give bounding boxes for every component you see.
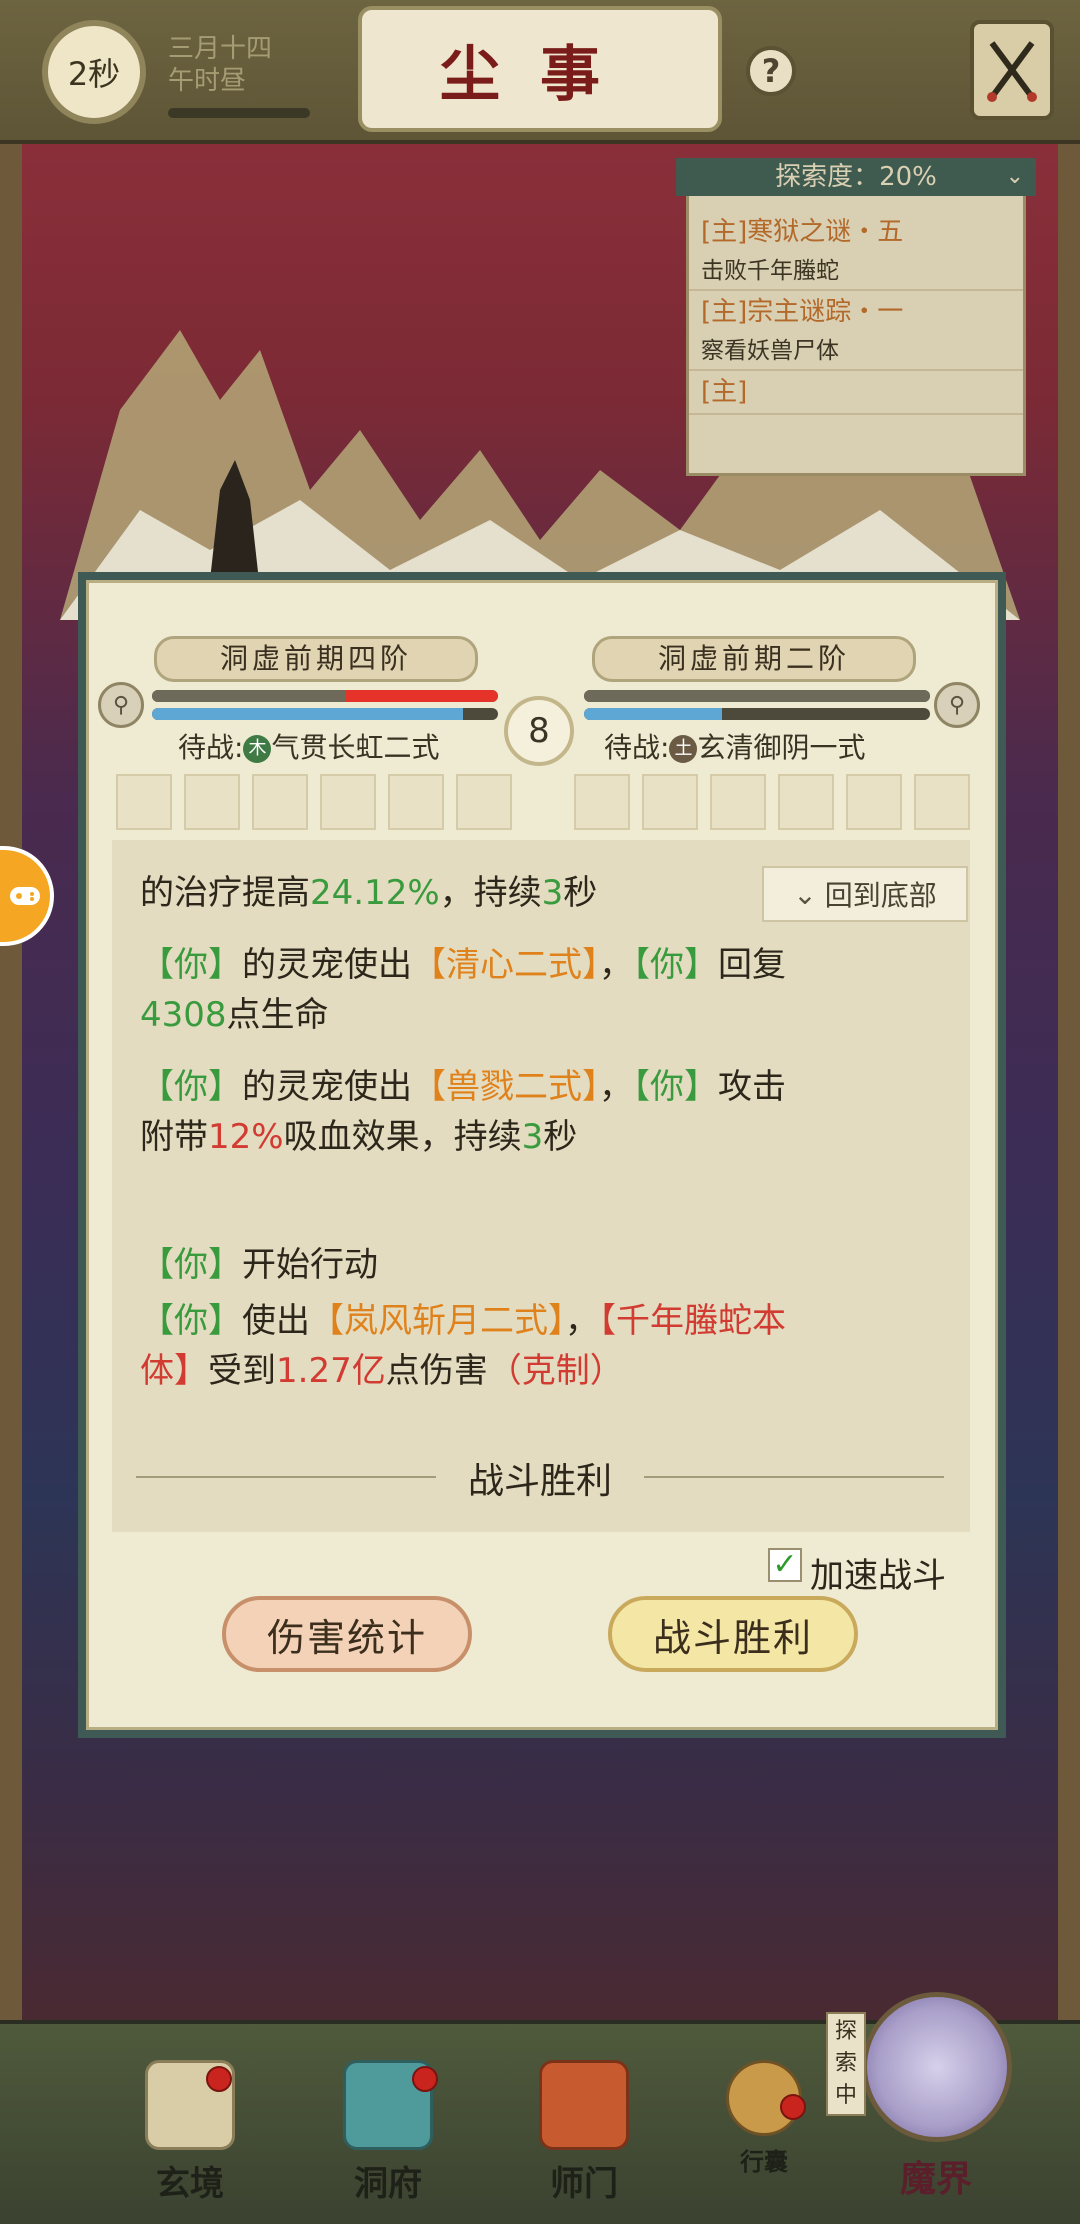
gamepad-icon — [10, 887, 40, 905]
enemy-waiting-label: 待战 — [604, 731, 661, 764]
round-counter: 8 — [504, 696, 574, 766]
nav-item-xingnang[interactable]: 行囊 — [704, 2060, 824, 2210]
enemy-rank: 洞虚前期二阶 — [592, 636, 916, 682]
player-waiting-label: 待战 — [178, 731, 235, 764]
log-line: 【你】的灵宠使出【兽戮二式】，【你】攻击 附带12%吸血效果，持续3秒 — [140, 1067, 786, 1157]
quest-desc: 察看妖兽尸体 — [701, 338, 839, 364]
quest-title: [主]宗主谜踪・一 — [701, 297, 904, 327]
scroll-to-bottom-button[interactable]: ⌄ 回到底部 — [762, 866, 968, 922]
player-rank: 洞虚前期四阶 — [154, 636, 478, 682]
notification-dot — [206, 2066, 232, 2092]
player-mp-fill — [152, 708, 464, 720]
log-line: 【你】使出【岚风斩月二式】，【千年螣蛇本 体】受到1.27亿点伤害（克制） — [140, 1301, 786, 1391]
wood-element-icon: 木 — [243, 735, 272, 763]
enemy-buff-slot — [778, 774, 834, 830]
enemy-mp-bar — [584, 708, 930, 720]
player-buff-slot — [388, 774, 444, 830]
notification-dot — [780, 2094, 806, 2120]
nav-label: 洞府 — [354, 2164, 422, 2204]
enemy-hp-fill — [584, 690, 930, 702]
demon-realm-label[interactable]: 魔界 — [876, 2150, 996, 2202]
quest-list: [主]寒狱之谜・五 击败千年螣蛇 [主]宗主谜踪・一 察看妖兽尸体 [主] — [689, 211, 1023, 415]
time-progress-bar — [168, 108, 310, 118]
log-line: 【你】的灵宠使出【清心二式】，【你】回复 4308点生命 — [140, 945, 786, 1035]
nav-label: 师门 — [550, 2164, 618, 2204]
enemy-buff-slot — [574, 774, 630, 830]
quest-title: [主]寒狱之谜・五 — [701, 217, 904, 247]
earth-element-icon: 土 — [669, 735, 698, 763]
page-title: 尘事 — [358, 6, 722, 132]
exploration-progress-header[interactable]: 探索度：20% ⌄ — [676, 158, 1036, 196]
quest-item[interactable]: [主] — [689, 371, 1023, 415]
player-buff-slot — [184, 774, 240, 830]
nav-label: 玄境 — [156, 2164, 224, 2204]
enemy-waiting-skill: 玄清御阴一式 — [697, 731, 866, 764]
player-hp-fill — [152, 690, 346, 702]
player-hp-bar — [152, 690, 498, 702]
time-of-day-text: 午时昼 — [168, 66, 247, 96]
enemy-buff-slot — [846, 774, 902, 830]
chevron-down-icon: ⌄ — [793, 877, 817, 911]
player-buff-slot — [252, 774, 308, 830]
notification-dot — [412, 2066, 438, 2092]
player-buff-slot — [116, 774, 172, 830]
quest-item[interactable]: [主]宗主谜踪・一 察看妖兽尸体 — [689, 291, 1023, 371]
player-waiting: 待战: 木气贯长虹二式 — [178, 731, 440, 764]
timer-badge: 2秒 — [42, 20, 146, 124]
battle-log[interactable]: 的治疗提高24.12%，持续3秒 【你】的灵宠使出【清心二式】，【你】回复 43… — [112, 840, 970, 1532]
player-info-icon[interactable]: ⚲ — [98, 682, 144, 728]
log-line: 【你】开始行动 — [140, 1245, 378, 1285]
player-buff-slot — [320, 774, 376, 830]
speed-up-label[interactable]: 加速战斗 — [810, 1548, 946, 1597]
chevron-down-icon[interactable]: ⌄ — [1006, 158, 1024, 196]
help-button[interactable]: ? — [746, 46, 796, 96]
enemy-buff-slot — [914, 774, 970, 830]
close-button[interactable] — [970, 20, 1054, 120]
player-waiting-skill: 气贯长虹二式 — [271, 731, 440, 764]
enemy-buff-slot — [642, 774, 698, 830]
exploring-tag: 探索中 — [826, 2012, 866, 2116]
enemy-info-icon[interactable]: ⚲ — [934, 682, 980, 728]
crossed-swords-icon — [987, 41, 1037, 102]
damage-stats-button[interactable]: 伤害统计 — [222, 1596, 472, 1672]
nav-item-shimen[interactable]: 师门 — [514, 2060, 654, 2210]
banner-icon — [539, 2060, 629, 2150]
nav-label: 行囊 — [740, 2147, 788, 2176]
quest-title: [主] — [701, 377, 748, 407]
player-buff-slot — [456, 774, 512, 830]
enemy-waiting: 待战: 土玄清御阴一式 — [604, 731, 866, 764]
scroll-to-bottom-label: 回到底部 — [824, 879, 937, 912]
quest-desc: 击败千年螣蛇 — [701, 258, 839, 284]
divider — [644, 1476, 944, 1478]
enemy-buff-slot — [710, 774, 766, 830]
player-hp-lost — [345, 690, 498, 702]
demon-realm-portrait[interactable] — [862, 1992, 1012, 2142]
right-frame — [1058, 120, 1080, 2040]
quest-item[interactable]: [主]寒狱之谜・五 击败千年螣蛇 — [689, 211, 1023, 291]
divider — [136, 1476, 436, 1478]
victory-text: 战斗胜利 — [467, 1461, 612, 1502]
quest-panel[interactable]: [主]寒狱之谜・五 击败千年螣蛇 [主]宗主谜踪・一 察看妖兽尸体 [主] — [686, 160, 1026, 476]
left-frame — [0, 120, 22, 2040]
speed-up-checkbox[interactable]: ✓ — [768, 1548, 802, 1582]
player-mp-bar — [152, 708, 498, 720]
nav-item-xuanjing[interactable]: 玄境 — [120, 2060, 260, 2210]
battle-victory-button[interactable]: 战斗胜利 — [608, 1596, 858, 1672]
exploration-progress-text: 探索度：20% — [775, 162, 937, 192]
enemy-hp-bar — [584, 690, 930, 702]
enemy-mp-fill — [584, 708, 723, 720]
